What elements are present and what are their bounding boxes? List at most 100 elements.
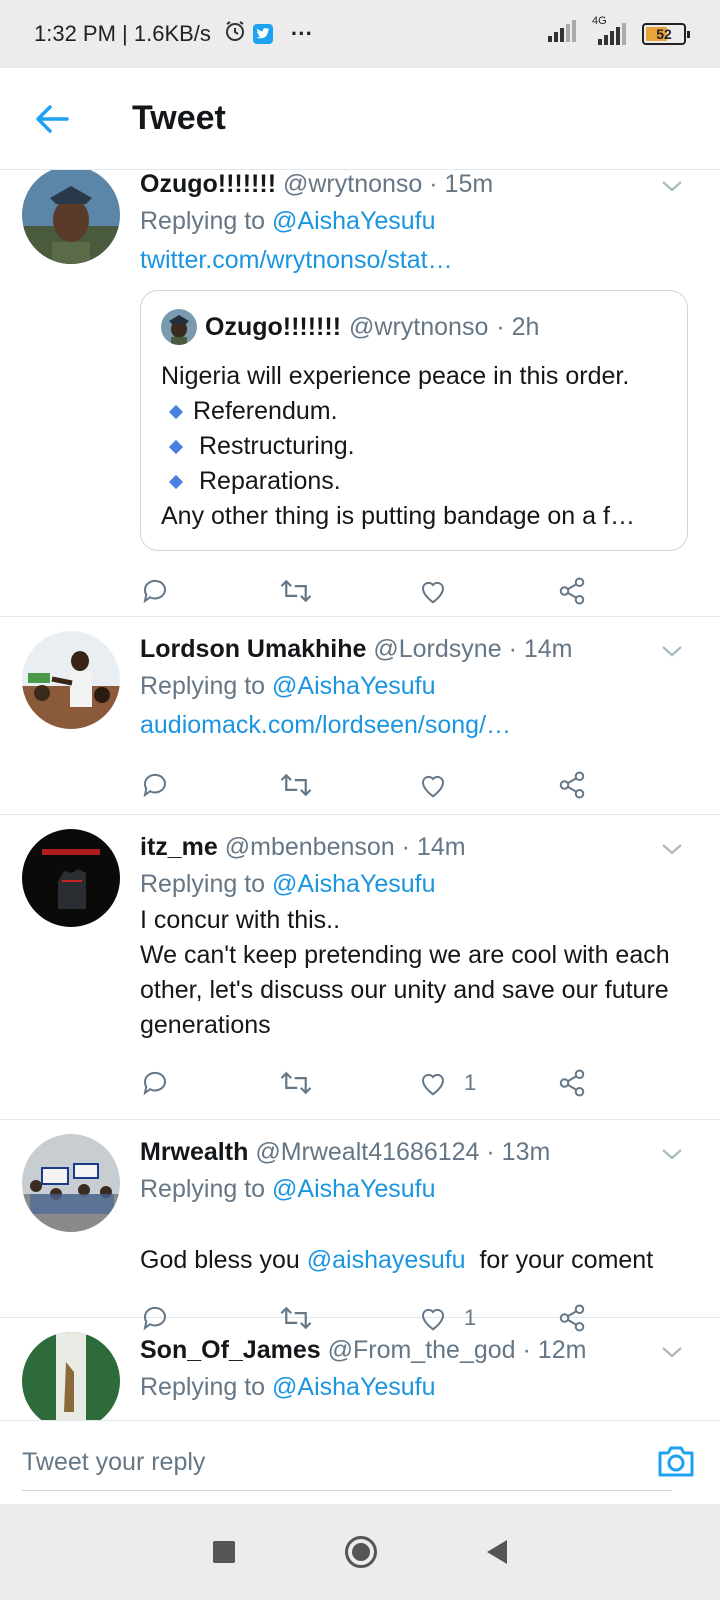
replying-handle[interactable]: @AishaYesufu <box>272 1175 435 1203</box>
avatar[interactable] <box>22 1134 120 1232</box>
avatar[interactable] <box>22 631 120 729</box>
timestamp: · 12m <box>522 1336 587 1364</box>
home-button[interactable] <box>345 1536 377 1568</box>
alarm-icon <box>223 19 247 49</box>
timestamp: · 14m <box>401 833 466 861</box>
chevron-down-icon[interactable] <box>660 1142 684 1166</box>
tweet-header: Mrwealth @Mrwealt41686124 · 13m <box>140 1134 696 1170</box>
quoted-avatar <box>161 309 197 345</box>
app-header: Tweet <box>0 68 720 170</box>
display-name[interactable]: Lordson Umakhihe <box>140 635 366 663</box>
replying-handle[interactable]: @AishaYesufu <box>272 672 435 700</box>
user-handle[interactable]: @From_the_god <box>328 1336 516 1364</box>
tweet-item[interactable]: Lordson Umakhihe @Lordsyne · 14m Replyin… <box>0 617 720 815</box>
replying-handle[interactable]: @AishaYesufu <box>272 207 435 235</box>
quoted-tweet-header: Ozugo!!!!!!! @wrytnonso · 2h <box>161 307 667 347</box>
chevron-down-icon[interactable] <box>660 1340 684 1364</box>
reply-button[interactable] <box>140 770 279 800</box>
status-bar: 1:32 PM | 1.6KB/s ··· 4G 52 <box>0 0 720 68</box>
quoted-bullet-text: Reparations. <box>199 467 341 495</box>
reply-button[interactable] <box>140 576 279 606</box>
like-button[interactable]: 1 <box>418 1068 557 1098</box>
replying-to: Replying to @AishaYesufu <box>140 865 696 903</box>
signal-icon <box>548 20 578 48</box>
diamond-icon <box>168 474 184 489</box>
retweet-icon <box>280 773 312 797</box>
tweet-link[interactable]: audiomack.com/lordseen/song/… <box>140 705 696 745</box>
back-arrow-icon <box>36 104 69 133</box>
diamond-icon <box>168 404 184 419</box>
user-handle[interactable]: @Mrwealt41686124 <box>255 1138 479 1166</box>
avatar[interactable] <box>22 170 120 264</box>
quoted-line: Any other thing is putting bandage on a … <box>161 502 635 530</box>
share-icon <box>559 577 585 605</box>
reply-input[interactable] <box>22 1435 672 1491</box>
quoted-tweet-text: Nigeria will experience peace in this or… <box>161 359 667 534</box>
tweet-link[interactable]: twitter.com/wrytnonso/stat… <box>140 240 696 280</box>
system-back-button[interactable] <box>487 1540 507 1564</box>
battery-level: 52 <box>656 26 672 42</box>
share-button[interactable] <box>557 770 696 800</box>
display-name[interactable]: Ozugo!!!!!!! <box>140 170 276 198</box>
quoted-bullet: Restructuring. <box>161 429 667 464</box>
chevron-down-icon[interactable] <box>660 837 684 861</box>
replying-handle[interactable]: @AishaYesufu <box>272 870 435 898</box>
reply-button[interactable] <box>140 1068 279 1098</box>
display-name[interactable]: itz_me <box>140 833 218 861</box>
timestamp: · 14m <box>508 635 573 663</box>
battery-icon: 52 <box>642 23 690 45</box>
tweet-header: Ozugo!!!!!!! @wrytnonso · 15m <box>140 170 696 202</box>
timestamp: · 15m <box>429 170 494 198</box>
like-button[interactable] <box>418 576 557 606</box>
share-icon <box>559 1069 585 1097</box>
timestamp: · 13m <box>486 1138 551 1166</box>
network-type: 4G <box>592 15 607 27</box>
share-button[interactable] <box>557 576 696 606</box>
replying-handle[interactable]: @AishaYesufu <box>272 1373 435 1401</box>
display-name[interactable]: Mrwealth <box>140 1138 248 1166</box>
replying-prefix: Replying to <box>140 1373 266 1401</box>
chevron-down-icon[interactable] <box>660 174 684 198</box>
quoted-timestamp: · 2h <box>496 313 540 341</box>
tweet-item[interactable]: Ozugo!!!!!!! @wrytnonso · 15m Replying t… <box>0 170 720 617</box>
quoted-line: Nigeria will experience peace in this or… <box>161 362 630 390</box>
like-icon <box>421 581 445 604</box>
recents-button[interactable] <box>213 1541 235 1563</box>
camera-button[interactable] <box>656 1441 696 1481</box>
replying-prefix: Replying to <box>140 1175 266 1203</box>
camera-icon <box>658 1446 694 1477</box>
quoted-display-name: Ozugo!!!!!!! <box>205 313 342 341</box>
tweet-header: itz_me @mbenbenson · 14m <box>140 829 696 865</box>
tweet-actions <box>140 767 696 803</box>
tweet-item[interactable]: Mrwealth @Mrwealt41686124 · 13m Replying… <box>0 1120 720 1332</box>
system-nav-bar <box>0 1504 720 1600</box>
reply-composer <box>0 1420 720 1504</box>
quoted-bullet: Referendum. <box>161 394 667 429</box>
chevron-down-icon[interactable] <box>660 639 684 663</box>
tweet-actions: 1 <box>140 1065 696 1101</box>
share-button[interactable] <box>557 1068 696 1098</box>
replying-to: Replying to @AishaYesufu <box>140 1170 696 1208</box>
tweet-actions <box>140 573 696 609</box>
twitter-notification-icon <box>252 24 273 44</box>
retweet-button[interactable] <box>279 770 418 800</box>
like-count: 1 <box>464 1070 477 1095</box>
like-button[interactable] <box>418 770 557 800</box>
replying-to: Replying to @AishaYesufu <box>140 1368 696 1406</box>
display-name[interactable]: Son_Of_James <box>140 1336 321 1364</box>
avatar[interactable] <box>22 829 120 927</box>
mention-link[interactable]: @aishayesufu <box>307 1246 466 1274</box>
retweet-button[interactable] <box>279 1068 418 1098</box>
signal-4g-icon: 4G <box>592 15 628 45</box>
user-handle[interactable]: @mbenbenson <box>225 833 395 861</box>
user-handle[interactable]: @Lordsyne <box>373 635 501 663</box>
tweet-item[interactable]: itz_me @mbenbenson · 14m Replying to @Ai… <box>0 815 720 1120</box>
avatar[interactable] <box>22 1332 120 1420</box>
tweet-header: Lordson Umakhihe @Lordsyne · 14m <box>140 631 696 667</box>
retweet-button[interactable] <box>279 576 418 606</box>
reply-feed[interactable]: Ozugo!!!!!!! @wrytnonso · 15m Replying t… <box>0 170 720 1420</box>
back-button[interactable] <box>16 83 88 155</box>
quoted-tweet[interactable]: Ozugo!!!!!!! @wrytnonso · 2h Nigeria wil… <box>140 290 688 551</box>
tweet-item[interactable]: Son_Of_James @From_the_god · 12m Replyin… <box>0 1318 720 1420</box>
user-handle[interactable]: @wrytnonso <box>283 170 422 198</box>
